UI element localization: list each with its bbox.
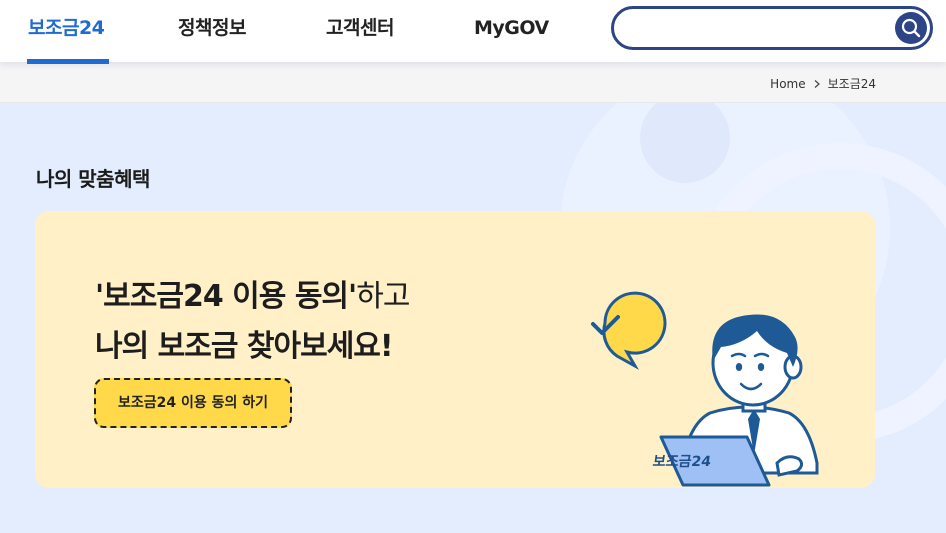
section-title: 나의 맞춤혜택 bbox=[36, 167, 150, 191]
tab-mygov[interactable]: MyGOV bbox=[474, 0, 549, 62]
tab-subsidy24[interactable]: 보조금24 bbox=[28, 0, 105, 62]
banner-headline-line1: '보조금24 이용 동의'하고 bbox=[95, 271, 410, 315]
top-header: 보조금24 정책정보 고객센터 MyGOV bbox=[0, 0, 946, 64]
tab-customer-center[interactable]: 고객센터 bbox=[326, 0, 394, 62]
tab-policy-info[interactable]: 정책정보 bbox=[178, 0, 246, 62]
main-content: 나의 맞춤혜택 '보조금24 이용 동의'하고 나의 보조금 찾아보세요! 보조… bbox=[0, 103, 946, 533]
search-button[interactable] bbox=[895, 12, 927, 44]
breadcrumb-current[interactable]: 보조금24 bbox=[828, 75, 876, 92]
check-speech-bubble-icon bbox=[591, 291, 667, 370]
consent-banner: '보조금24 이용 동의'하고 나의 보조금 찾아보세요! 보조금24 이용 동… bbox=[35, 211, 875, 488]
chevron-right-icon bbox=[814, 79, 820, 88]
search-box bbox=[611, 6, 933, 50]
banner-headline-suffix: 하고 bbox=[356, 279, 410, 314]
laptop-label: 보조금24 bbox=[651, 454, 713, 470]
breadcrumb: Home 보조금24 bbox=[770, 75, 876, 92]
search-icon bbox=[901, 18, 921, 38]
search-input[interactable] bbox=[628, 15, 882, 43]
consent-button[interactable]: 보조금24 이용 동의 하기 bbox=[94, 378, 292, 428]
active-tab-indicator bbox=[27, 59, 109, 64]
banner-headline-line2: 나의 보조금 찾아보세요! bbox=[95, 329, 394, 364]
breadcrumb-bar: Home 보조금24 bbox=[0, 62, 946, 103]
banner-headline-emphasis: '보조금24 이용 동의' bbox=[95, 279, 357, 314]
breadcrumb-home[interactable]: Home bbox=[770, 77, 805, 91]
